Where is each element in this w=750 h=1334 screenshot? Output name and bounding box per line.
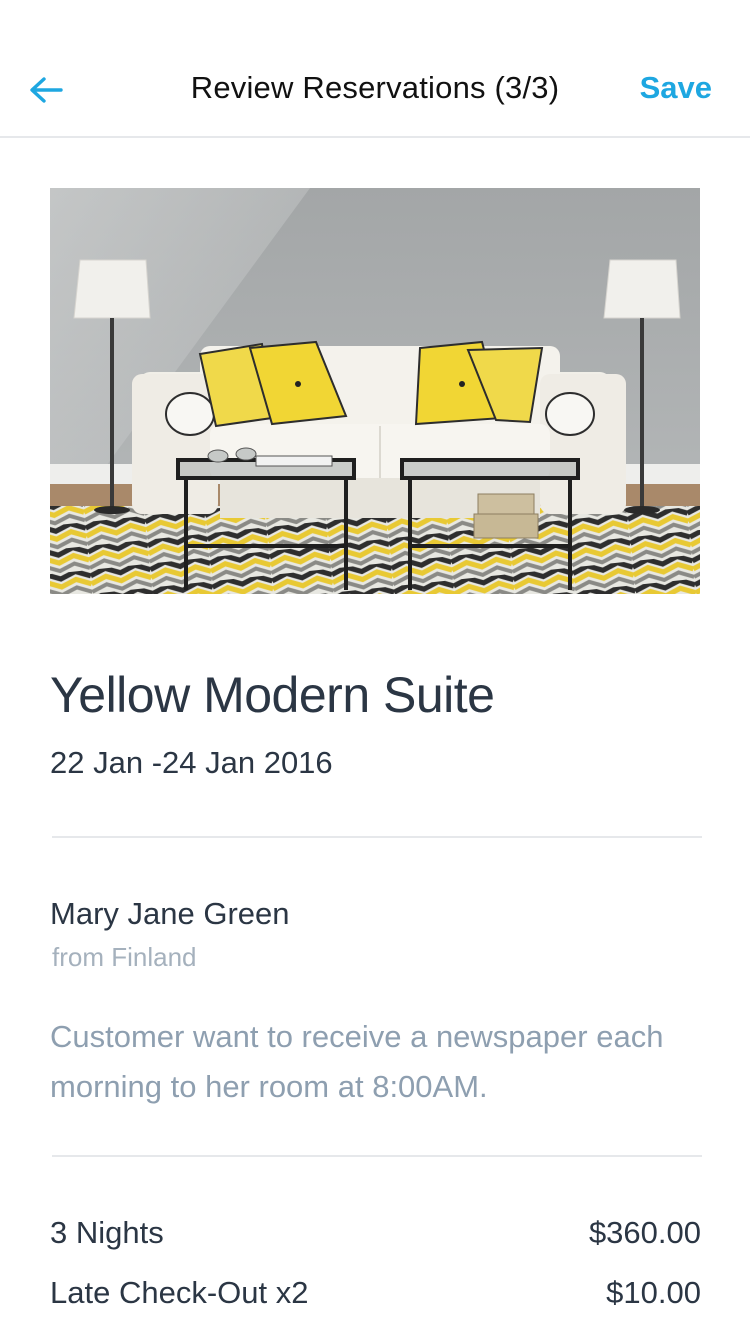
charge-label: Late Check-Out x2 (50, 1275, 309, 1310)
room-title: Yellow Modern Suite (50, 667, 495, 723)
charge-label: 3 Nights (50, 1215, 164, 1250)
divider (52, 836, 702, 838)
guest-origin: from Finland (52, 942, 197, 972)
reservation-dates: 22 Jan -24 Jan 2016 (50, 745, 333, 780)
guest-name: Mary Jane Green (50, 896, 290, 931)
charge-amount: $360.00 (588, 1215, 701, 1250)
charge-row-late-checkout: Late Check-Out x2 $10.00 (50, 1275, 701, 1311)
save-button[interactable]: Save (640, 70, 712, 106)
divider (52, 1155, 702, 1157)
navigation-bar: Review Reservations (3/3) Save (0, 0, 750, 138)
guest-note: Customer want to receive a newspaper eac… (50, 1019, 664, 1104)
page-title: Review Reservations (3/3) (190, 70, 560, 105)
charge-amount: $10.00 (606, 1275, 701, 1310)
charge-row-nights: 3 Nights $360.00 (50, 1215, 701, 1251)
room-photo (50, 188, 700, 594)
